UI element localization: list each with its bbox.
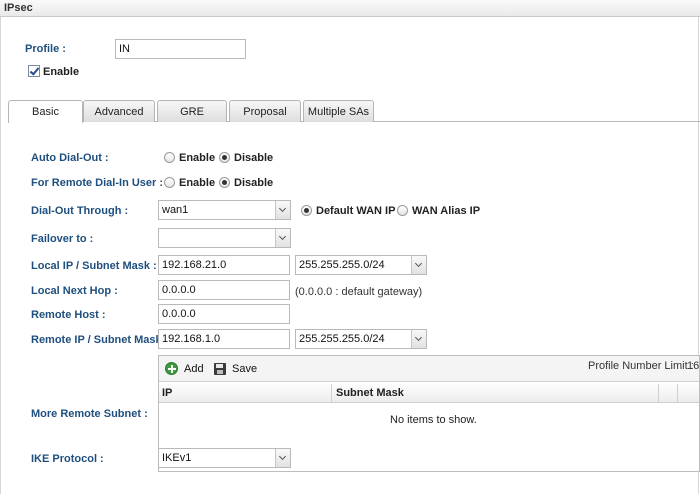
remote-ip-input[interactable]: 192.168.1.0 bbox=[158, 329, 290, 349]
remote-host-label: Remote Host : bbox=[31, 309, 106, 321]
auto-dial-out-disable-label: Disable bbox=[234, 152, 274, 164]
profile-number-limit-value: 16 bbox=[687, 360, 700, 372]
wan-alias-ip-radio[interactable] bbox=[397, 205, 408, 216]
remote-subnet-mask-value: 255.255.255.0/24 bbox=[299, 333, 385, 345]
add-icon[interactable] bbox=[165, 362, 178, 375]
chevron-down-icon bbox=[411, 256, 426, 274]
enable-checkbox[interactable] bbox=[28, 65, 40, 77]
local-ip-label: Local IP / Subnet Mask : bbox=[31, 260, 157, 272]
remote-dial-in-enable-radio[interactable] bbox=[164, 177, 175, 188]
add-button[interactable]: Add bbox=[184, 363, 204, 375]
remote-dial-in-label: For Remote Dial-In User : bbox=[31, 177, 164, 189]
auto-dial-out-enable-radio[interactable] bbox=[164, 152, 175, 163]
dial-out-through-select[interactable]: wan1 bbox=[158, 200, 291, 220]
column-ip[interactable]: IP bbox=[162, 387, 172, 399]
grid-empty-message: No items to show. bbox=[390, 414, 477, 426]
chevron-down-icon bbox=[275, 449, 290, 467]
grid-header: IP Subnet Mask bbox=[159, 384, 699, 403]
column-divider bbox=[331, 384, 332, 403]
remote-host-input[interactable]: 0.0.0.0 bbox=[158, 304, 290, 324]
local-next-hop-input[interactable]: 0.0.0.0 bbox=[158, 280, 290, 300]
window-title: IPsec bbox=[0, 0, 700, 17]
ike-protocol-select[interactable]: IKEv1 bbox=[158, 448, 291, 468]
remote-dial-in-enable-label: Enable bbox=[179, 177, 216, 189]
remote-dial-in-disable-label: Disable bbox=[234, 177, 274, 189]
column-divider bbox=[658, 384, 659, 403]
profile-number-limit-label: Profile Number Limit : bbox=[588, 360, 694, 372]
remote-dial-in-disable-radio[interactable] bbox=[219, 177, 230, 188]
column-subnet-mask[interactable]: Subnet Mask bbox=[336, 387, 404, 399]
local-next-hop-label: Local Next Hop : bbox=[31, 285, 118, 297]
chevron-down-icon bbox=[411, 330, 426, 348]
more-remote-subnet-label: More Remote Subnet : bbox=[31, 408, 148, 420]
failover-label: Failover to : bbox=[31, 233, 94, 245]
wan-alias-ip-label: WAN Alias IP bbox=[412, 205, 481, 217]
column-divider bbox=[677, 384, 678, 403]
auto-dial-out-enable-label: Enable bbox=[179, 152, 216, 164]
save-button[interactable]: Save bbox=[232, 363, 257, 375]
remote-ip-label: Remote IP / Subnet Mask : bbox=[31, 334, 169, 346]
local-subnet-mask-value: 255.255.255.0/24 bbox=[299, 259, 385, 271]
tab-advanced[interactable]: Advanced bbox=[83, 100, 155, 122]
ike-protocol-label: IKE Protocol : bbox=[31, 453, 104, 465]
chevron-down-icon bbox=[275, 201, 290, 219]
local-ip-input[interactable]: 192.168.21.0 bbox=[158, 255, 290, 275]
local-subnet-mask-select[interactable]: 255.255.255.0/24 bbox=[295, 255, 427, 275]
auto-dial-out-label: Auto Dial-Out : bbox=[31, 152, 109, 164]
tab-proposal[interactable]: Proposal bbox=[229, 100, 301, 122]
profile-label: Profile : bbox=[25, 43, 66, 55]
auto-dial-out-disable-radio[interactable] bbox=[219, 152, 230, 163]
save-icon[interactable] bbox=[214, 363, 226, 375]
dial-out-through-value: wan1 bbox=[162, 204, 189, 216]
default-wan-ip-radio[interactable] bbox=[301, 205, 312, 216]
failover-select[interactable] bbox=[158, 228, 291, 248]
enable-label: Enable bbox=[43, 66, 80, 78]
local-next-hop-hint: (0.0.0.0 : default gateway) bbox=[295, 286, 423, 298]
chevron-down-icon bbox=[275, 229, 290, 247]
tab-basic[interactable]: Basic bbox=[8, 100, 83, 123]
dial-out-through-label: Dial-Out Through : bbox=[31, 205, 129, 217]
profile-name-input[interactable]: IN bbox=[115, 39, 246, 59]
default-wan-ip-label: Default WAN IP bbox=[316, 205, 396, 217]
remote-subnet-mask-select[interactable]: 255.255.255.0/24 bbox=[295, 329, 427, 349]
tab-multiple-sas[interactable]: Multiple SAs bbox=[303, 100, 374, 122]
ike-protocol-value: IKEv1 bbox=[162, 452, 192, 464]
tab-gre[interactable]: GRE bbox=[157, 100, 227, 122]
